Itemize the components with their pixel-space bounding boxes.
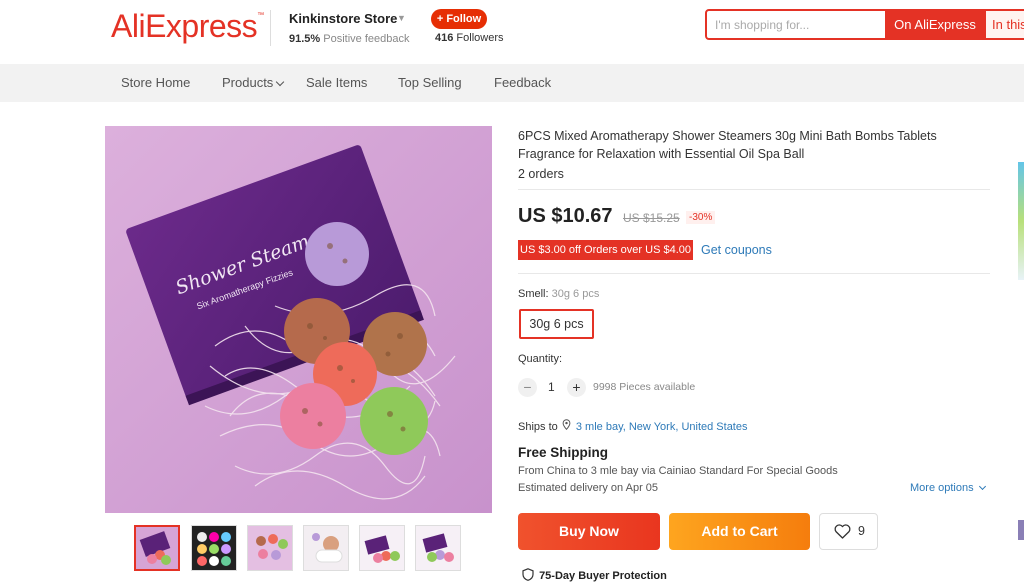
thumbnail-1[interactable]	[134, 525, 180, 571]
thumbnail-1-image	[136, 527, 178, 569]
aliexpress-logo[interactable]: AliExpress™	[111, 8, 264, 45]
nav-top-selling[interactable]: Top Selling	[398, 75, 462, 90]
store-dropdown-icon[interactable]: ▼	[397, 13, 406, 23]
thumbnail-6-image	[416, 526, 460, 570]
thumbnail-6[interactable]	[415, 525, 461, 571]
smell-label-text: Smell:	[518, 288, 549, 300]
thumbnail-2[interactable]	[191, 525, 237, 571]
thumbnail-5[interactable]	[359, 525, 405, 571]
nav-store-home[interactable]: Store Home	[121, 75, 190, 90]
thumbnail-2-image	[192, 526, 236, 570]
thumbnail-3[interactable]	[247, 525, 293, 571]
shield-icon	[522, 568, 536, 584]
store-name[interactable]: Kinkinstore Store	[289, 11, 397, 26]
thumbnail-4[interactable]	[303, 525, 349, 571]
store-header: AliExpress™ Kinkinstore Store ▼ 91.5% Po…	[0, 0, 1024, 64]
feedback-label: Positive feedback	[323, 33, 410, 45]
wishlist-button[interactable]: 9	[819, 513, 878, 550]
follow-button[interactable]: + Follow	[431, 9, 487, 29]
followers-label: Followers	[456, 32, 504, 44]
shipping-route: From China to 3 mle bay via Cainiao Stan…	[518, 465, 838, 477]
order-count: 2 orders	[518, 167, 564, 181]
more-shipping-options-link[interactable]: More options	[910, 482, 986, 494]
add-to-cart-button[interactable]: Add to Cart	[669, 513, 810, 550]
nav-products[interactable]: Products	[222, 75, 285, 90]
product-photo: Shower Steamers Six Aromatherapy Fizzies	[105, 126, 492, 513]
search-input[interactable]	[715, 11, 885, 38]
location-pin-icon	[561, 419, 573, 433]
followers-number: 416	[435, 32, 454, 44]
coupon-badge[interactable]: US $3.00 off Orders over US $4.00	[518, 240, 693, 260]
store-feedback: 91.5% Positive feedback	[289, 33, 409, 45]
free-shipping-label: Free Shipping	[518, 445, 609, 460]
search-bar: On AliExpress In this	[705, 9, 1024, 40]
buyer-protection-text: 75-Day Buyer Protection	[539, 570, 667, 582]
heart-icon	[834, 524, 851, 544]
ships-to-label: Ships to	[518, 421, 558, 433]
product-title: 6PCS Mixed Aromatherapy Shower Steamers …	[518, 129, 937, 161]
nav-products-label: Products	[222, 75, 274, 90]
buyer-protection: 75-Day Buyer Protection	[522, 568, 667, 584]
feedback-percent: 91.5%	[289, 33, 321, 45]
header-divider	[270, 10, 271, 46]
quantity-increase-button[interactable]: +	[567, 378, 586, 397]
buy-now-button[interactable]: Buy Now	[518, 513, 660, 550]
thumbnail-4-image	[304, 526, 348, 570]
ships-to-location-link[interactable]: 3 mle bay, New York, United States	[576, 421, 748, 433]
wishlist-count: 9	[858, 524, 865, 538]
ships-to: Ships to 3 mle bay, New York, United Sta…	[518, 419, 747, 433]
quantity-value[interactable]: 1	[548, 380, 555, 394]
smell-label: Smell: 30g 6 pcs	[518, 288, 599, 300]
pieces-available: 9998 Pieces available	[593, 381, 696, 393]
product-main-image[interactable]: Shower Steamers Six Aromatherapy Fizzies	[105, 126, 492, 513]
divider	[518, 273, 990, 274]
quantity-decrease-button[interactable]: −	[518, 378, 537, 397]
sku-option-30g-6pcs[interactable]: 30g 6 pcs	[519, 309, 594, 339]
thumbnail-5-image	[360, 526, 404, 570]
search-in-store-button[interactable]: In this	[985, 11, 1024, 38]
quantity-label: Quantity:	[518, 353, 563, 365]
smell-selected-value: 30g 6 pcs	[551, 288, 600, 300]
nav-sale-items[interactable]: Sale Items	[306, 75, 367, 90]
current-price: US $10.67	[518, 205, 613, 227]
get-coupons-link[interactable]: Get coupons	[701, 243, 772, 257]
estimated-delivery: Estimated delivery on Apr 05	[518, 482, 659, 494]
store-nav: Store Home Products Sale Items Top Selli…	[0, 64, 1024, 102]
side-banner[interactable]	[1018, 162, 1024, 280]
thumbnail-3-image	[248, 526, 292, 570]
followers-count: 416 Followers	[435, 32, 504, 44]
side-widget[interactable]	[1018, 520, 1024, 540]
chevron-down-icon	[276, 77, 285, 87]
divider	[518, 189, 990, 190]
more-options-label: More options	[910, 482, 974, 494]
discount-badge: -30%	[686, 211, 716, 224]
chevron-down-icon	[978, 482, 986, 491]
search-on-aliexpress-button[interactable]: On AliExpress	[885, 11, 985, 38]
original-price: US $15.25	[623, 211, 680, 225]
nav-feedback[interactable]: Feedback	[494, 75, 551, 90]
